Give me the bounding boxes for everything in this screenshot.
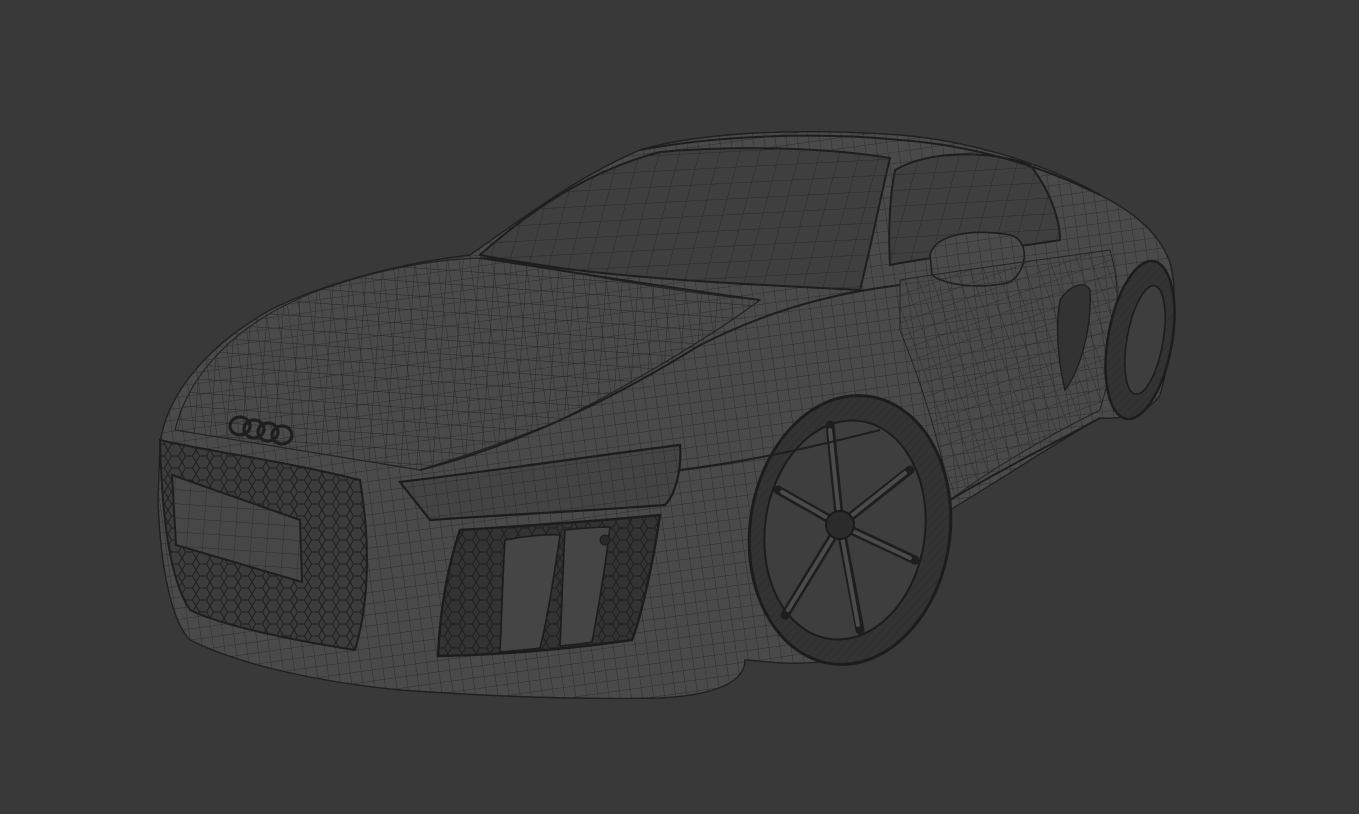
3d-viewport[interactable] <box>0 0 1359 814</box>
side-air-intake <box>436 513 662 658</box>
car-wireframe-model[interactable] <box>0 0 1359 814</box>
